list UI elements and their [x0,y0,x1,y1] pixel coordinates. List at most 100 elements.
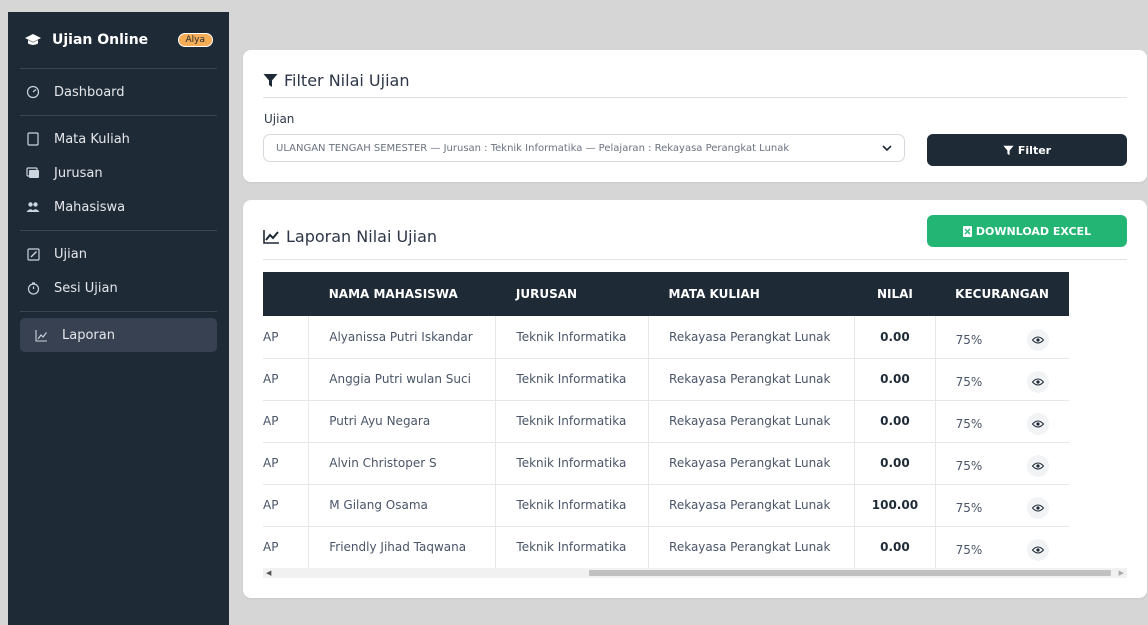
cell-sesi: R GENAP [263,316,310,359]
cell-sesi: R GENAP [263,526,310,569]
kecurangan-value: 75% [955,459,983,473]
cell-mata-kuliah: Rekayasa Perangkat Lunak [648,442,856,485]
column-header-mata-kuliah[interactable]: MATA KULIAH [648,272,855,316]
kecurangan-value: 75% [955,417,983,431]
cell-nilai: 100.00 [854,484,936,527]
cell-jurusan: Teknik Informatika [495,526,650,569]
ujian-field-label: Ujian [264,112,295,126]
column-header-nama[interactable]: NAMA MAHASISWA [308,272,496,316]
scroll-right-icon[interactable]: ▶ [1119,569,1124,577]
cell-nilai: 0.00 [854,526,936,569]
cell-nama-mahasiswa: Putri Ayu Negara [308,400,497,443]
cell-sesi: R GENAP [263,400,310,443]
cell-sesi: R GENAP [263,442,310,485]
sidebar: Ujian Online Alya Dashboard Mata Kuliah … [8,12,229,625]
cell-nama-mahasiswa: Alvin Christoper S [308,442,497,485]
filter-icon [1003,145,1014,155]
column-header-kecurangan[interactable]: KECURANGAN [935,272,1069,316]
cell-jurusan: Teknik Informatika [495,358,650,401]
download-excel-label: DOWNLOAD EXCEL [975,224,1092,238]
cell-kecurangan: 75% [935,316,1069,359]
cell-kecurangan: 75% [935,400,1069,443]
cell-sesi: R GENAP [263,358,310,401]
sidebar-item-label: Laporan [62,327,115,343]
edit-icon [24,245,42,263]
eye-icon[interactable] [1027,455,1049,477]
cell-jurusan: Teknik Informatika [495,316,650,359]
filter-card: Filter Nilai Ujian Ujian ULANGAN TENGAH … [243,50,1147,182]
report-table: NAMA MAHASISWA JURUSAN MATA KULIAH NILAI… [263,272,1069,569]
horizontal-scrollbar[interactable]: ◀ ▶ [263,568,1127,578]
file-excel-icon [962,225,972,237]
column-header-sesi[interactable] [263,272,309,316]
download-excel-button[interactable]: DOWNLOAD EXCEL [927,215,1127,247]
sidebar-item-sesi-ujian[interactable]: Sesi Ujian [8,271,217,305]
cell-nama-mahasiswa: Friendly Jihad Taqwana [308,526,497,569]
sidebar-item-mata-kuliah[interactable]: Mata Kuliah [8,122,217,156]
cell-nama-mahasiswa: Anggia Putri wulan Suci [308,358,497,401]
table-row: R GENAPAlyanissa Putri IskandarTeknik In… [263,316,1069,359]
brand[interactable]: Ujian Online Alya [8,12,229,68]
filter-button-label: Filter [1017,143,1052,157]
folder-icon [24,164,42,182]
cell-nama-mahasiswa: M Gilang Osama [308,484,497,527]
cell-mata-kuliah: Rekayasa Perangkat Lunak [648,526,856,569]
sidebar-item-ujian[interactable]: Ujian [8,237,217,271]
book-icon [24,130,42,148]
ujian-select-value: ULANGAN TENGAH SEMESTER — Jurusan : Tekn… [276,142,790,154]
filter-icon [263,73,278,88]
ujian-select[interactable]: ULANGAN TENGAH SEMESTER — Jurusan : Tekn… [263,134,905,162]
column-header-nilai[interactable]: NILAI [854,272,936,316]
sidebar-item-label: Mahasiswa [54,199,126,215]
app-title: Ujian Online [52,32,149,48]
scrollbar-thumb[interactable] [589,570,1111,576]
filter-card-header: Filter Nilai Ujian [263,64,1127,98]
column-header-jurusan[interactable]: JURUSAN [495,272,649,316]
graduation-cap-icon [24,33,44,47]
eye-icon[interactable] [1027,497,1049,519]
clock-icon [24,279,42,297]
report-table-body: R GENAPAlyanissa Putri IskandarTeknik In… [263,316,1069,569]
sidebar-item-label: Mata Kuliah [54,131,130,147]
cell-jurusan: Teknik Informatika [495,400,650,443]
filter-button[interactable]: Filter [927,134,1127,166]
cell-kecurangan: 75% [935,358,1069,401]
table-row: R GENAPFriendly Jihad TaqwanaTeknik Info… [263,526,1069,569]
cell-mata-kuliah: Rekayasa Perangkat Lunak [648,400,856,443]
eye-icon[interactable] [1027,371,1049,393]
cell-sesi: R GENAP [263,484,310,527]
table-row: R GENAPAlvin Christoper STeknik Informat… [263,442,1069,485]
eye-icon[interactable] [1027,328,1049,351]
sidebar-item-dashboard[interactable]: Dashboard [8,75,217,109]
cell-nilai: 0.00 [854,316,936,359]
gauge-icon [24,83,42,101]
cell-nama-mahasiswa: Alyanissa Putri Iskandar [308,316,497,359]
cell-nilai: 0.00 [854,358,936,401]
sidebar-item-jurusan[interactable]: Jurusan [8,156,217,190]
kecurangan-value: 75% [955,543,983,557]
sidebar-item-label: Jurusan [54,165,103,181]
report-table-wrapper[interactable]: NAMA MAHASISWA JURUSAN MATA KULIAH NILAI… [263,272,1127,588]
kecurangan-value: 75% [955,501,983,515]
filter-card-title: Filter Nilai Ujian [284,71,410,90]
scroll-left-icon[interactable]: ◀ [266,569,271,577]
sidebar-item-label: Dashboard [54,84,125,100]
sidebar-item-label: Ujian [54,246,87,262]
cell-nilai: 0.00 [854,400,936,443]
cell-jurusan: Teknik Informatika [495,442,650,485]
sidebar-item-mahasiswa[interactable]: Mahasiswa [8,190,217,224]
kecurangan-value: 75% [955,332,983,347]
cell-nilai: 0.00 [854,442,936,485]
kecurangan-value: 75% [955,375,983,389]
cell-jurusan: Teknik Informatika [495,484,650,527]
eye-icon[interactable] [1027,413,1049,435]
sidebar-item-laporan[interactable]: Laporan [20,318,217,352]
cell-mata-kuliah: Rekayasa Perangkat Lunak [648,358,856,401]
eye-icon[interactable] [1027,539,1049,561]
sidebar-item-label: Sesi Ujian [54,280,118,296]
user-badge[interactable]: Alya [177,33,213,47]
chart-area-icon [263,229,280,244]
users-icon [24,198,42,216]
chevron-down-icon [882,143,892,154]
cell-mata-kuliah: Rekayasa Perangkat Lunak [648,316,856,359]
